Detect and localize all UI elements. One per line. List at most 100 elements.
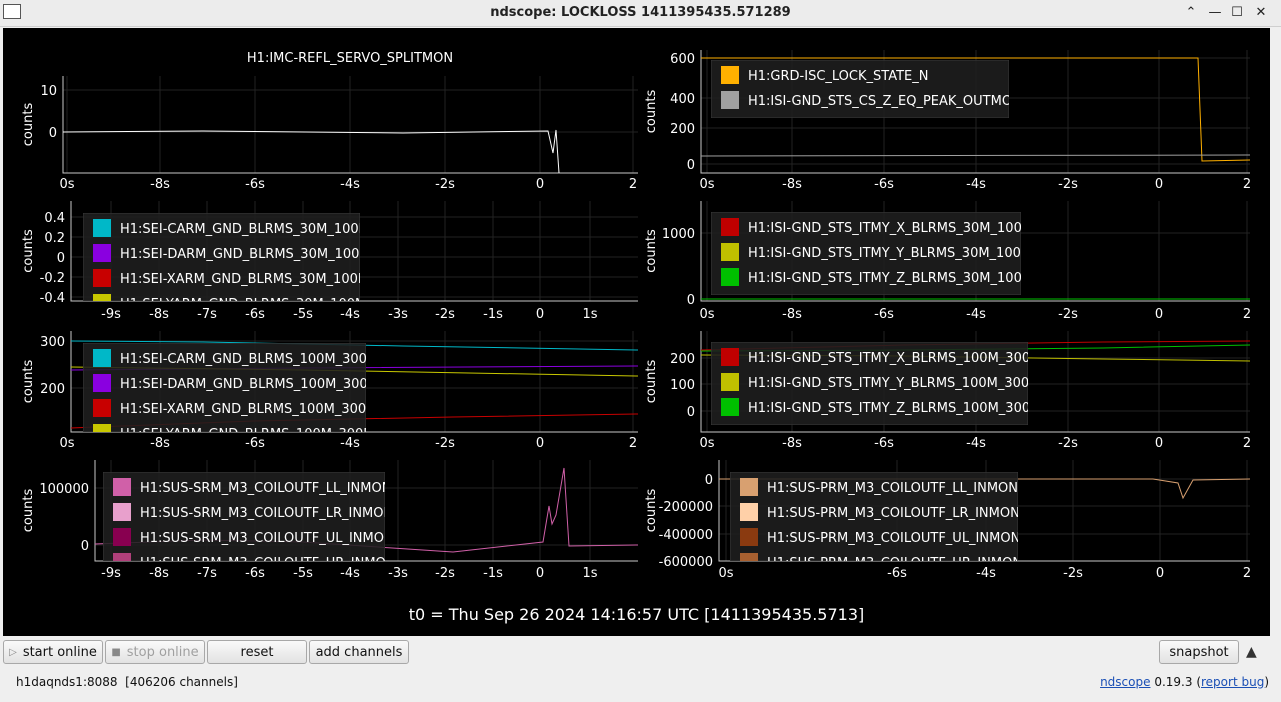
- close-icon[interactable]: ✕: [1251, 3, 1271, 23]
- x-tick-label: 2: [1243, 307, 1251, 322]
- y-tick-label: 100: [670, 378, 695, 393]
- t0-label: t0 = Thu Sep 26 2024 14:16:57 UTC [14113…: [408, 605, 865, 624]
- legend-swatch: [740, 503, 758, 521]
- y-axis-label: counts: [21, 489, 36, 533]
- legend-label: H1:SUS-PRM_M3_COILOUTF_LR_INMON: [767, 506, 1020, 521]
- x-tick-label: -4s: [966, 177, 986, 192]
- y-tick-label: 400: [670, 92, 695, 107]
- y-tick-label: -200000: [659, 500, 713, 515]
- x-tick-label: 0s: [699, 307, 714, 322]
- plot-area[interactable]: counts 10 0 0s -8s -6s -4s -2s 0 2 H1:IMC-REFL_SER…: [3, 28, 1270, 636]
- y-axis-label: counts: [644, 360, 659, 404]
- triangle-up-icon[interactable]: ▲: [1246, 644, 1257, 660]
- resize-strip: [1270, 28, 1281, 636]
- y-tick-label: 300: [40, 335, 65, 350]
- legend[interactable]: H1:SUS-PRM_M3_COILOUTF_LL_INMON H1:SUS-PR…: [730, 472, 1022, 571]
- y-tick-label: 200: [40, 382, 65, 397]
- legend-label: H1:ISI-GND_STS_ITMY_X_BLRMS_30M_100M: [748, 221, 1033, 236]
- legend[interactable]: H1:ISI-GND_STS_ITMY_X_BLRMS_30M_100M H1:I…: [711, 212, 1033, 295]
- y-tick-label: 0: [687, 158, 695, 173]
- x-tick-label: -5s: [293, 307, 313, 322]
- x-tick-label: 2: [629, 436, 637, 451]
- x-tick-label: 0: [536, 566, 544, 581]
- start-online-button[interactable]: ▷ start online: [3, 640, 103, 664]
- status-bar: h1daqnds1:8088 [406206 channels]: [16, 675, 238, 689]
- x-tick-label: 0s: [59, 436, 74, 451]
- snapshot-button[interactable]: snapshot: [1159, 640, 1239, 664]
- legend-swatch: [113, 478, 131, 496]
- x-tick-label: -7s: [197, 307, 217, 322]
- y-tick-label: 200: [670, 122, 695, 137]
- y-tick-label: 0: [687, 405, 695, 420]
- y-axis-label: counts: [21, 360, 36, 404]
- x-tick-label: -8s: [149, 566, 169, 581]
- legend-swatch: [721, 218, 739, 236]
- stop-icon: ■: [111, 646, 121, 658]
- legend-swatch: [740, 553, 758, 561]
- x-tick-label: 2: [1243, 566, 1251, 581]
- legend[interactable]: H1:GRD-ISC_LOCK_STATE_N H1:ISI-GND_STS_CS…: [711, 60, 1022, 118]
- legend-label: H1:ISI-GND_STS_ITMY_Z_BLRMS_100M_300M: [748, 401, 1041, 416]
- y-axis-label: counts: [644, 90, 659, 134]
- legend-label: H1:ISI-GND_STS_CS_Z_EQ_PEAK_OUTMON: [748, 94, 1022, 109]
- x-tick-label: -7s: [197, 566, 217, 581]
- y-tick-label: 10: [40, 84, 57, 99]
- y-tick-label: 200: [670, 352, 695, 367]
- legend-swatch: [740, 528, 758, 546]
- x-tick-label: -1s: [483, 307, 503, 322]
- ndscope-link[interactable]: ndscope: [1100, 675, 1150, 689]
- reset-button[interactable]: reset: [207, 640, 307, 664]
- y-axis-label: counts: [644, 229, 659, 273]
- y-tick-label: 0: [57, 251, 65, 266]
- legend-swatch: [721, 243, 739, 261]
- plot-canvas[interactable]: counts1000s -8s -6s -4s -2s 0 2H1:IMC-REFL_SER…: [3, 28, 1270, 636]
- collapse-icon[interactable]: ⌃: [1181, 3, 1201, 23]
- x-tick-label: 0: [1155, 436, 1163, 451]
- report-bug-link[interactable]: report bug: [1201, 675, 1264, 689]
- legend-swatch: [721, 348, 739, 366]
- series-trace: [700, 154, 1251, 157]
- play-icon: ▷: [9, 646, 17, 658]
- maximize-icon[interactable]: ☐: [1227, 3, 1247, 23]
- x-tick-label: -8s: [149, 307, 169, 322]
- add-channels-button[interactable]: add channels: [309, 640, 409, 664]
- y-tick-label: -400000: [659, 528, 713, 543]
- x-tick-label: -2s: [435, 307, 455, 322]
- x-tick-label: -6s: [874, 177, 894, 192]
- x-tick-label: -2s: [1063, 566, 1083, 581]
- x-tick-label: -4s: [340, 307, 360, 322]
- x-tick-label: -3s: [388, 307, 408, 322]
- legend-swatch: [113, 503, 131, 521]
- legend-swatch: [721, 268, 739, 286]
- x-tick-label: -9s: [101, 307, 121, 322]
- x-tick-label: 0s: [699, 436, 714, 451]
- legend[interactable]: H1:ISI-GND_STS_ITMY_X_BLRMS_100M_300M H1:…: [711, 342, 1041, 425]
- legend-label: H1:SUS-SRM_M3_COILOUTF_LR_INMON: [140, 506, 393, 521]
- x-tick-label: 0s: [718, 566, 733, 581]
- x-tick-label: -6s: [245, 307, 265, 322]
- x-tick-label: 0: [536, 436, 544, 451]
- legend-swatch: [721, 398, 739, 416]
- x-tick-label: -8s: [150, 436, 170, 451]
- x-tick-label: 2: [629, 177, 637, 192]
- stop-online-label: stop online: [126, 644, 199, 660]
- x-tick-label: -6s: [245, 566, 265, 581]
- legend[interactable]: H1:SEI-CARM_GND_BLRMS_100M_300M H1:SEI-DA…: [83, 343, 379, 442]
- y-axis-label: counts: [21, 229, 36, 273]
- legend[interactable]: H1:SUS-SRM_M3_COILOUTF_LL_INMON H1:SUS-SR…: [103, 472, 396, 571]
- x-tick-label: 2: [1243, 177, 1251, 192]
- legend-label: H1:SUS-SRM_M3_COILOUTF_UL_INMON: [140, 531, 394, 546]
- y-tick-label: 0: [705, 473, 713, 488]
- legend[interactable]: H1:SEI-CARM_GND_BLRMS_30M_100M H1:SEI-DAR…: [83, 213, 371, 312]
- x-tick-label: -9s: [101, 566, 121, 581]
- y-tick-label: 1000: [662, 227, 695, 242]
- legend-swatch: [113, 528, 131, 546]
- x-tick-label: -5s: [293, 566, 313, 581]
- legend-label: H1:SEI-XARM_GND_BLRMS_100M_300M: [120, 402, 377, 417]
- start-online-label: start online: [22, 644, 97, 660]
- legend-swatch: [740, 478, 758, 496]
- minimize-icon[interactable]: —: [1205, 3, 1225, 23]
- x-tick-label: -8s: [150, 177, 170, 192]
- x-tick-label: -6s: [245, 177, 265, 192]
- x-tick-label: 0: [1156, 566, 1164, 581]
